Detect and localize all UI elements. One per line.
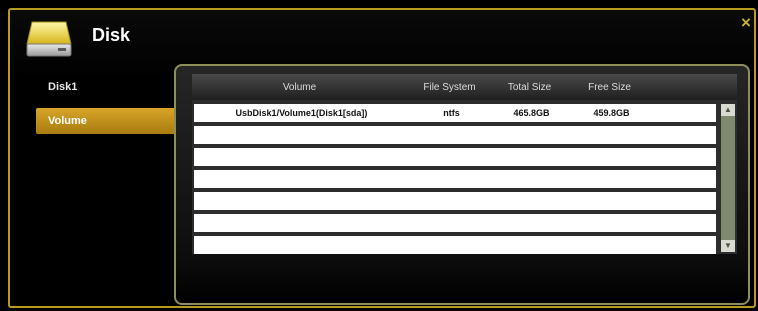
table-row[interactable] [194,192,716,210]
table-header: Volume File System Total Size Free Size [192,74,737,100]
table-row[interactable] [194,236,716,254]
cell-volume: UsbDisk1/Volume1(Disk1[sda]) [235,108,368,118]
column-header-file-system: File System [423,81,476,93]
table-row[interactable] [194,214,716,232]
page-title: Disk [92,25,131,45]
sidebar-item-volume[interactable]: Volume [36,108,176,134]
column-header-total-size: Total Size [507,81,552,93]
column-header-volume: Volume [282,81,317,93]
sidebar: Disk1 Volume [36,74,176,142]
sidebar-item-disk1[interactable]: Disk1 [36,74,176,100]
table-row[interactable] [194,126,716,144]
cell-file-system: ntfs [443,108,460,118]
table-row[interactable] [194,148,716,166]
cell-free-size: 459.8GB [593,108,630,118]
close-icon[interactable]: × [737,14,755,32]
cell-total-size: 465.8GB [513,108,550,118]
scrollbar[interactable]: ▲ ▼ [721,104,735,252]
table-row[interactable]: UsbDisk1/Volume1(Disk1[sda]) ntfs 465.8G… [194,104,716,122]
volume-panel: Volume File System Total Size Free Size … [174,64,750,305]
column-header-free-size: Free Size [588,81,631,93]
chevron-down-icon[interactable]: ▼ [721,240,735,252]
table-row[interactable] [194,170,716,188]
disk-icon [26,21,72,57]
volume-table: Volume File System Total Size Free Size … [192,74,737,254]
chevron-up-icon[interactable]: ▲ [721,104,735,116]
table-body: UsbDisk1/Volume1(Disk1[sda]) ntfs 465.8G… [194,104,716,258]
